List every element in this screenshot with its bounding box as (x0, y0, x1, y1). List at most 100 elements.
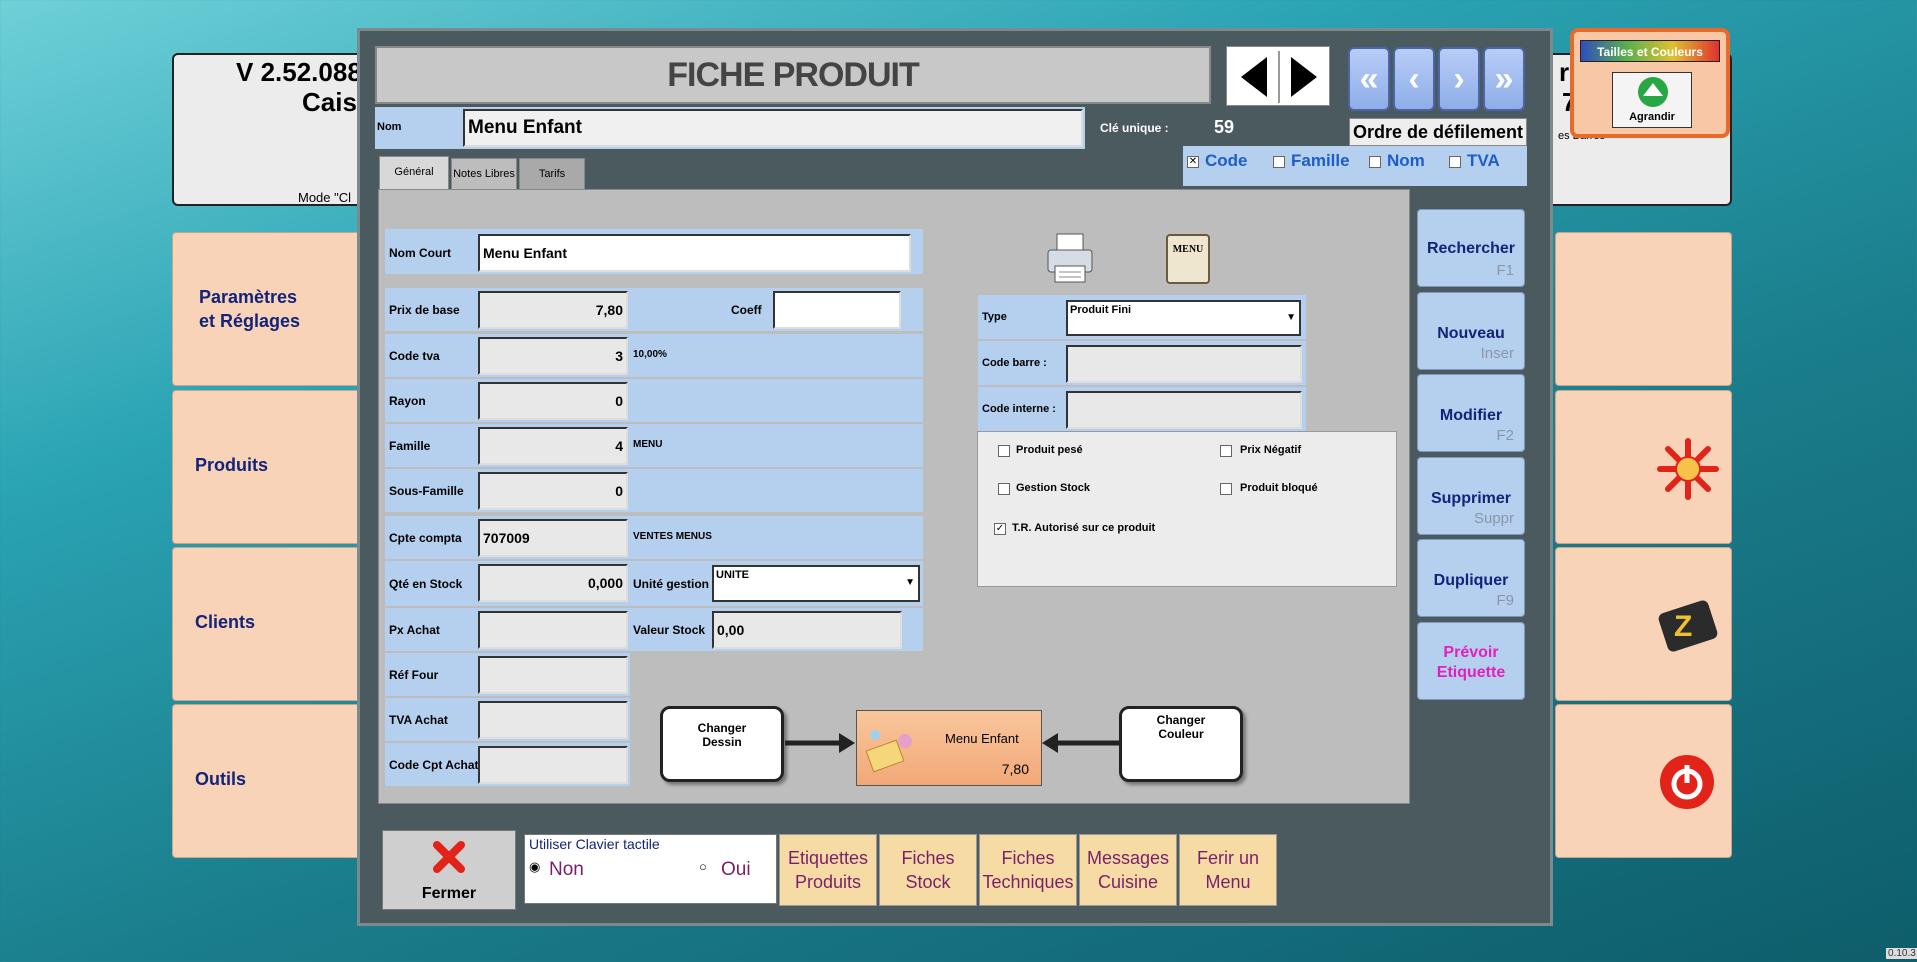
valstock-input[interactable]: 0,00 (712, 611, 902, 649)
nom-court-label: Nom Court (389, 246, 451, 260)
ordre-nom-label: Nom (1387, 151, 1425, 170)
produit-pese-label: Produit pesé (1016, 444, 1083, 456)
right-btn-2[interactable] (1555, 390, 1732, 544)
prix-label: Prix de base (389, 303, 460, 317)
nouveau-button[interactable]: Nouveau Inser (1417, 292, 1525, 370)
ordre-famille-label: Famille (1291, 151, 1350, 170)
coeff-input[interactable] (773, 291, 901, 329)
pxachat-label: Px Achat (389, 623, 440, 637)
ordre-defilement-label: Ordre de défilement (1349, 118, 1527, 146)
etiquettes-produits-button[interactable]: Etiquettes Produits (779, 834, 877, 906)
fiches-techniques-button[interactable]: Fiches Techniques (979, 834, 1077, 906)
ordre-code-checkbox[interactable]: ✕ (1187, 156, 1199, 168)
tab-tarifs[interactable]: Tarifs (519, 158, 585, 190)
tvaachat-input[interactable] (478, 701, 628, 739)
menu-clients[interactable]: Clients (172, 547, 362, 701)
prev-button[interactable]: ‹ (1393, 47, 1435, 111)
tr-autorise-label: T.R. Autorisé sur ce produit (1012, 522, 1156, 534)
last-button[interactable]: » (1483, 47, 1525, 111)
ferir-menu-button[interactable]: Ferir un Menu (1179, 834, 1277, 906)
tva-input[interactable]: 3 (478, 337, 628, 375)
ordre-famille-checkbox[interactable] (1273, 156, 1285, 168)
qte-row: Qté en Stock 0,000 Unité gestion UNITE ▼ (385, 561, 923, 606)
tr-autorise-checkbox[interactable]: ✓ (994, 523, 1006, 535)
famille-label: Famille (389, 439, 431, 453)
messages-cuisine-button[interactable]: Messages Cuisine (1079, 834, 1177, 906)
nom-court-input[interactable]: Menu Enfant (478, 234, 911, 272)
gestion-stock-checkbox[interactable] (998, 483, 1010, 495)
changer-couleur-button[interactable]: Changer Couleur (1119, 706, 1243, 782)
menu-clients-label: Clients (195, 612, 256, 632)
prix-input[interactable]: 7,80 (478, 291, 628, 329)
fiches-stock-button[interactable]: Fiches Stock (879, 834, 977, 906)
code-barre-row: Code barre : (978, 341, 1306, 385)
prix-negatif-checkbox[interactable] (1220, 445, 1232, 457)
qte-input[interactable]: 0,000 (478, 564, 628, 602)
dupliquer-key: F9 (1496, 592, 1514, 609)
tva-info: 10,00% (633, 349, 667, 360)
type-select[interactable]: Produit Fini ▼ (1066, 300, 1301, 336)
menu-parametres[interactable]: Paramètres et Réglages (172, 232, 362, 386)
next-record-icon[interactable] (1287, 55, 1321, 99)
first-button[interactable]: « (1348, 47, 1390, 111)
codecpt-input[interactable] (478, 746, 628, 784)
code-barre-input[interactable] (1066, 345, 1302, 383)
clavier-tactile-box: Utiliser Clavier tactile ◉ Non ○ Oui (524, 834, 777, 904)
ordre-tva-checkbox[interactable] (1449, 156, 1461, 168)
next-button[interactable]: › (1438, 47, 1480, 111)
right-btn-4[interactable] (1555, 704, 1732, 858)
tab-notes-libres[interactable]: Notes Libres (451, 158, 517, 190)
preview-price: 7,80 (1001, 761, 1029, 777)
rayon-input[interactable]: 0 (478, 382, 628, 420)
right-btn-3[interactable]: Z (1555, 547, 1732, 701)
qte-label: Qté en Stock (389, 577, 463, 591)
pxachat-input[interactable] (478, 611, 628, 649)
supprimer-label: Supprimer (1430, 490, 1511, 507)
rechercher-button[interactable]: Rechercher F1 (1417, 209, 1525, 287)
svg-text:Z: Z (1674, 610, 1692, 643)
tvaachat-label: TVA Achat (389, 713, 448, 727)
cpte-info: VENTES MENUS (633, 531, 712, 542)
sousfamille-input[interactable]: 0 (478, 472, 628, 510)
menu-outils[interactable]: Outils (172, 704, 362, 858)
changer-dessin-button[interactable]: Changer Dessin (660, 706, 784, 782)
unite-select[interactable]: UNITE ▼ (712, 565, 920, 602)
supprimer-button[interactable]: Supprimer Suppr (1417, 457, 1525, 535)
famille-input[interactable]: 4 (478, 427, 628, 465)
agrandir-button[interactable]: Agrandir (1612, 72, 1692, 128)
prevoir-etiquette-button[interactable]: Prévoir Etiquette (1417, 622, 1525, 700)
produit-bloque-checkbox[interactable] (1220, 483, 1232, 495)
modifier-button[interactable]: Modifier F2 (1417, 374, 1525, 452)
cpte-input[interactable]: 707009 (478, 519, 628, 557)
produit-pese-checkbox[interactable] (998, 445, 1010, 457)
ferir-menu-label2: Menu (1205, 872, 1251, 892)
arrow-left-icon (1042, 733, 1120, 753)
code-interne-input[interactable] (1066, 391, 1302, 429)
printer-icon[interactable] (1045, 232, 1095, 286)
ordre-nom-checkbox[interactable] (1369, 156, 1381, 168)
menu-card-icon[interactable]: MENU (1166, 234, 1210, 284)
fermer-button[interactable]: Fermer (382, 830, 516, 910)
prix-row: Prix de base 7,80 Coeff (385, 288, 923, 331)
nouveau-key: Inser (1480, 345, 1514, 362)
messages-cuisine-label2: Cuisine (1097, 872, 1158, 892)
reffour-input[interactable] (478, 656, 628, 694)
clavier-oui-radio[interactable]: ○ (699, 859, 707, 874)
rechercher-key: F1 (1496, 262, 1514, 279)
sousfamille-label: Sous-Famille (389, 484, 464, 498)
ordre-tva-label: TVA (1467, 151, 1500, 170)
sun-icon (1657, 438, 1719, 500)
tab-general[interactable]: Général (379, 156, 449, 190)
rayon-label: Rayon (389, 394, 426, 408)
nom-input[interactable]: Menu Enfant (463, 109, 1083, 147)
menu-parametres-label2: et Réglages (199, 311, 301, 331)
clavier-non-radio[interactable]: ◉ (529, 859, 540, 875)
right-btn-1[interactable] (1555, 232, 1732, 386)
changer-couleur-label2: Couleur (1158, 727, 1204, 741)
dupliquer-button[interactable]: Dupliquer F9 (1417, 539, 1525, 617)
product-preview-tile[interactable]: Menu Enfant 7,80 (856, 710, 1042, 786)
prev-record-icon[interactable] (1237, 55, 1271, 99)
tailles-title: Tailles et Couleurs (1580, 40, 1720, 62)
mode-text: Mode "Cl (298, 190, 352, 205)
menu-produits[interactable]: Produits (172, 390, 362, 544)
